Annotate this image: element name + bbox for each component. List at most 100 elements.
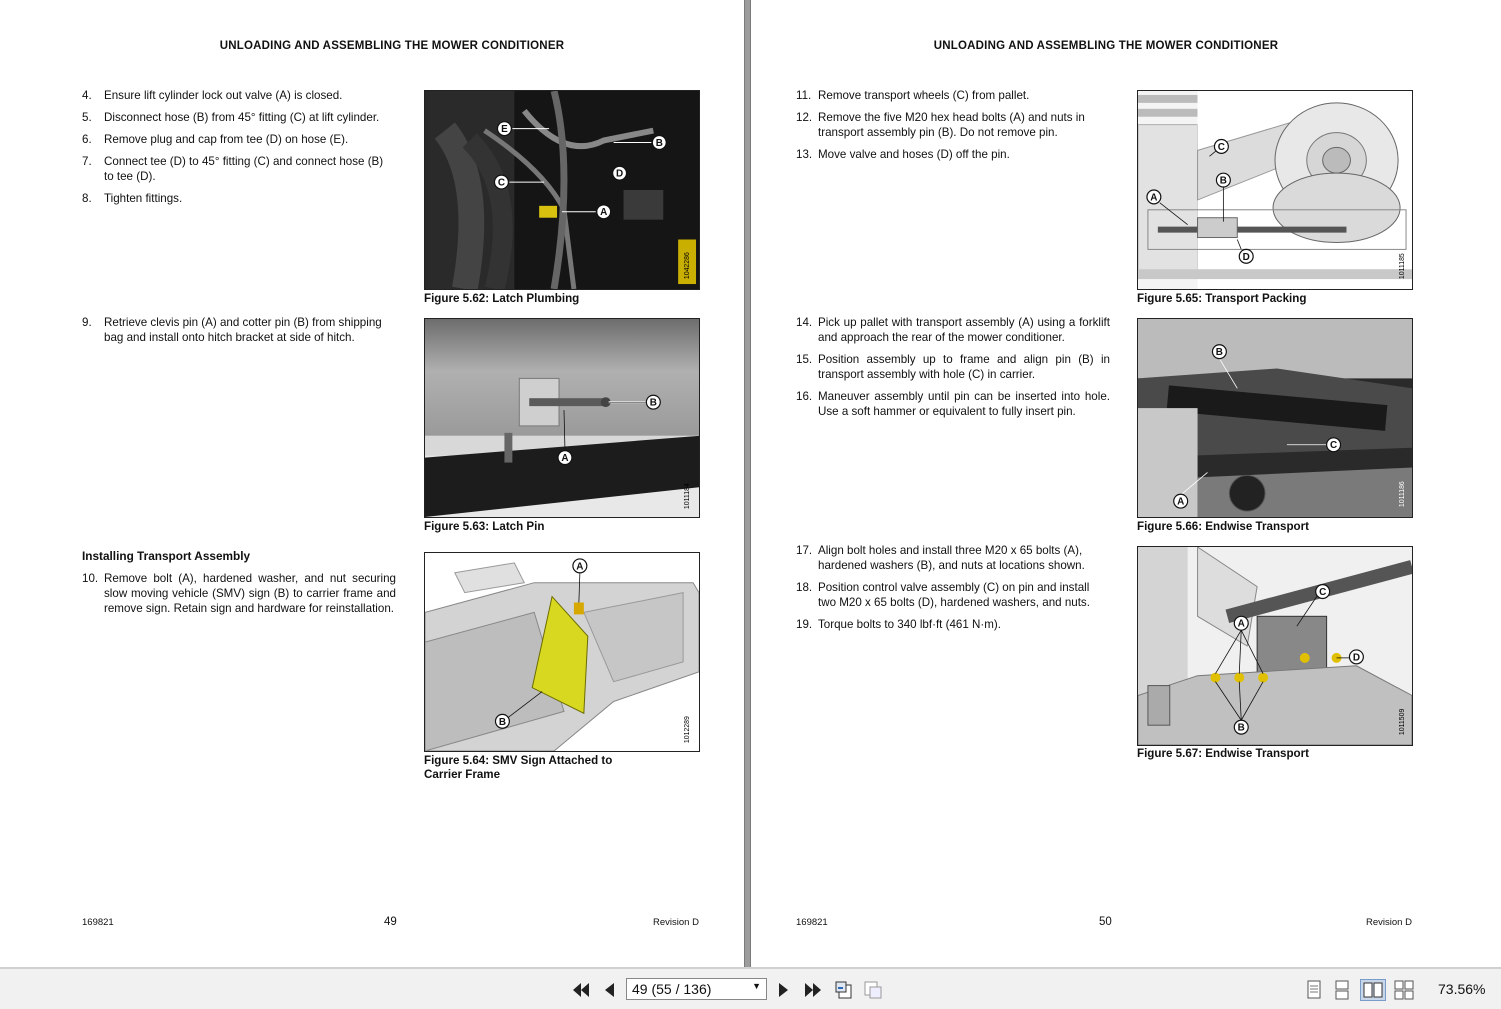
callout-label: A — [576, 561, 583, 572]
step-number: 9. — [82, 316, 92, 329]
zoom-level[interactable]: 73.56% — [1438, 981, 1485, 997]
figure-latch-pin: 1011184 B A — [424, 318, 700, 518]
revision-label: Revision D — [653, 917, 699, 928]
callout-label: C — [498, 178, 505, 189]
last-page-button[interactable] — [802, 979, 824, 1001]
callout-label: C — [1319, 587, 1326, 598]
figure-code: 1011509 — [1399, 709, 1406, 736]
figure-caption: Figure 5.67: Endwise Transport — [1137, 747, 1310, 760]
page-header: UNLOADING AND ASSEMBLING THE MOWER CONDI… — [219, 40, 565, 52]
right-page: UNLOADING AND ASSEMBLING THE MOWER CONDI… — [751, 0, 1501, 967]
step-item: 9. Retrieve clevis pin (A) and cotter pin… — [82, 315, 396, 345]
callout-label: A — [600, 207, 607, 218]
prev-page-button[interactable] — [600, 979, 618, 1001]
page-number: 50 — [1099, 916, 1112, 928]
step-text: Disconnect hose (B) from 45° fitting (C)… — [104, 111, 380, 124]
step-number: 6. — [82, 133, 92, 146]
figure-caption: Figure 5.63: Latch Pin — [424, 520, 545, 533]
step-text: Remove plug and cap from tee (D) on hose… — [104, 133, 349, 146]
step-item: 14. Pick up pallet with transport assembl… — [796, 315, 1110, 345]
first-page-button[interactable] — [570, 979, 592, 1001]
page-number-value: 49 (55 / 136) — [632, 981, 712, 997]
continuous-view-button[interactable] — [1332, 979, 1352, 1001]
chevron-down-icon[interactable]: ▼ — [752, 981, 761, 991]
step-item: 4. Ensure lift cylinder lock out valve (A… — [82, 88, 396, 103]
step-number: 5. — [82, 111, 92, 124]
step-number: 16. — [796, 390, 813, 403]
step-item: 18. Position control valve assembly (C) o… — [796, 580, 1110, 610]
step-number: 4. — [82, 89, 92, 102]
section-subheading: Installing Transport Assembly — [82, 549, 251, 563]
step-number: 7. — [82, 155, 92, 168]
next-view-icon — [864, 981, 882, 999]
step-item: 19. Torque bolts to 340 lbf·ft (461 N·m). — [796, 617, 1110, 632]
step-number: 18. — [796, 581, 813, 594]
callout-label: E — [501, 124, 508, 135]
page-number-field[interactable]: 49 (55 / 136) ▼ — [626, 978, 767, 1000]
step-number: 8. — [82, 192, 92, 205]
step-number: 15. — [796, 353, 813, 366]
step-number: 10. — [82, 572, 99, 585]
step-text: Pick up pallet with transport assembly (… — [818, 316, 1110, 344]
step-text: Remove bolt (A), hardened washer, and nu… — [104, 572, 396, 615]
callout-label: A — [1177, 497, 1184, 508]
page-number: 49 — [384, 916, 397, 928]
callout-label: B — [650, 398, 657, 409]
step-number: 14. — [796, 316, 813, 329]
figure-caption: Figure 5.66: Endwise Transport — [1137, 520, 1310, 533]
step-item: 15. Position assembly up to frame and ali… — [796, 352, 1110, 382]
step-item: 6. Remove plug and cap from tee (D) on ho… — [82, 132, 396, 147]
step-item: 10. Remove bolt (A), hardened washer, and… — [82, 571, 396, 616]
step-item: 17. Align bolt holes and install three M2… — [796, 543, 1110, 573]
figure-endwise-transport-2: 1011509 C A D B — [1137, 546, 1413, 746]
first-page-icon — [573, 983, 589, 997]
step-text: Remove transport wheels (C) from pallet. — [818, 89, 1030, 102]
next-page-icon — [779, 983, 788, 997]
doc-number: 169821 — [796, 917, 828, 928]
step-text: Remove the five M20 hex head bolts (A) a… — [818, 111, 1085, 139]
figure-caption: Figure 5.64: SMV Sign Attached to Carrie… — [424, 754, 613, 781]
prev-page-icon — [605, 983, 614, 997]
single-page-view-icon — [1307, 980, 1321, 999]
callout-label: C — [1330, 440, 1337, 451]
step-text: Ensure lift cylinder lock out valve (A) … — [104, 89, 343, 102]
callout-label: D — [616, 169, 623, 180]
callout-label: A — [561, 453, 568, 464]
single-page-view-button[interactable] — [1304, 979, 1324, 1001]
callout-label: B — [1220, 176, 1227, 187]
steps-list: 10. Remove bolt (A), hardened washer, and… — [82, 571, 396, 623]
last-page-icon — [805, 983, 821, 997]
continuous-view-icon — [1335, 980, 1349, 1000]
figure-code: 1042286 — [684, 252, 691, 279]
continuous-facing-view-button[interactable] — [1392, 979, 1416, 1001]
step-text: Position control valve assembly (C) on p… — [818, 581, 1090, 609]
step-item: 13. Move valve and hoses (D) off the pin. — [796, 147, 1110, 162]
step-text: Torque bolts to 340 lbf·ft (461 N·m). — [818, 618, 1002, 631]
steps-list: 11. Remove transport wheels (C) from pall… — [796, 88, 1110, 169]
next-page-button[interactable] — [775, 979, 793, 1001]
step-number: 17. — [796, 544, 813, 557]
callout-label: D — [1243, 252, 1250, 263]
callout-label: A — [1238, 619, 1245, 630]
callout-label: C — [1218, 142, 1225, 153]
figure-code: 1011186 — [1399, 481, 1406, 507]
step-item: 12. Remove the five M20 hex head bolts (A… — [796, 110, 1110, 140]
step-item: 8. Tighten fittings. — [82, 191, 396, 206]
next-view-button[interactable] — [862, 979, 884, 1001]
step-item: 7. Connect tee (D) to 45° fitting (C) and… — [82, 154, 396, 184]
figure-code: 1011184 — [684, 483, 691, 509]
previous-view-button[interactable] — [833, 979, 855, 1001]
step-item: 5. Disconnect hose (B) from 45° fitting (… — [82, 110, 396, 125]
page-gutter — [744, 0, 751, 967]
callout-label: D — [1353, 652, 1360, 663]
steps-list: 17. Align bolt holes and install three M2… — [796, 543, 1110, 639]
step-item: 11. Remove transport wheels (C) from pall… — [796, 88, 1110, 103]
page-header: UNLOADING AND ASSEMBLING THE MOWER CONDI… — [933, 40, 1279, 52]
figure-caption: Figure 5.62: Latch Plumbing — [424, 292, 580, 305]
steps-list: 9. Retrieve clevis pin (A) and cotter pin… — [82, 315, 396, 352]
figure-transport-packing: 1011185 C B A D — [1137, 90, 1413, 290]
step-text: Tighten fittings. — [104, 192, 183, 205]
continuous-facing-view-icon — [1394, 980, 1414, 1000]
facing-view-button[interactable] — [1360, 979, 1386, 1001]
left-page: UNLOADING AND ASSEMBLING THE MOWER CONDI… — [0, 0, 744, 967]
